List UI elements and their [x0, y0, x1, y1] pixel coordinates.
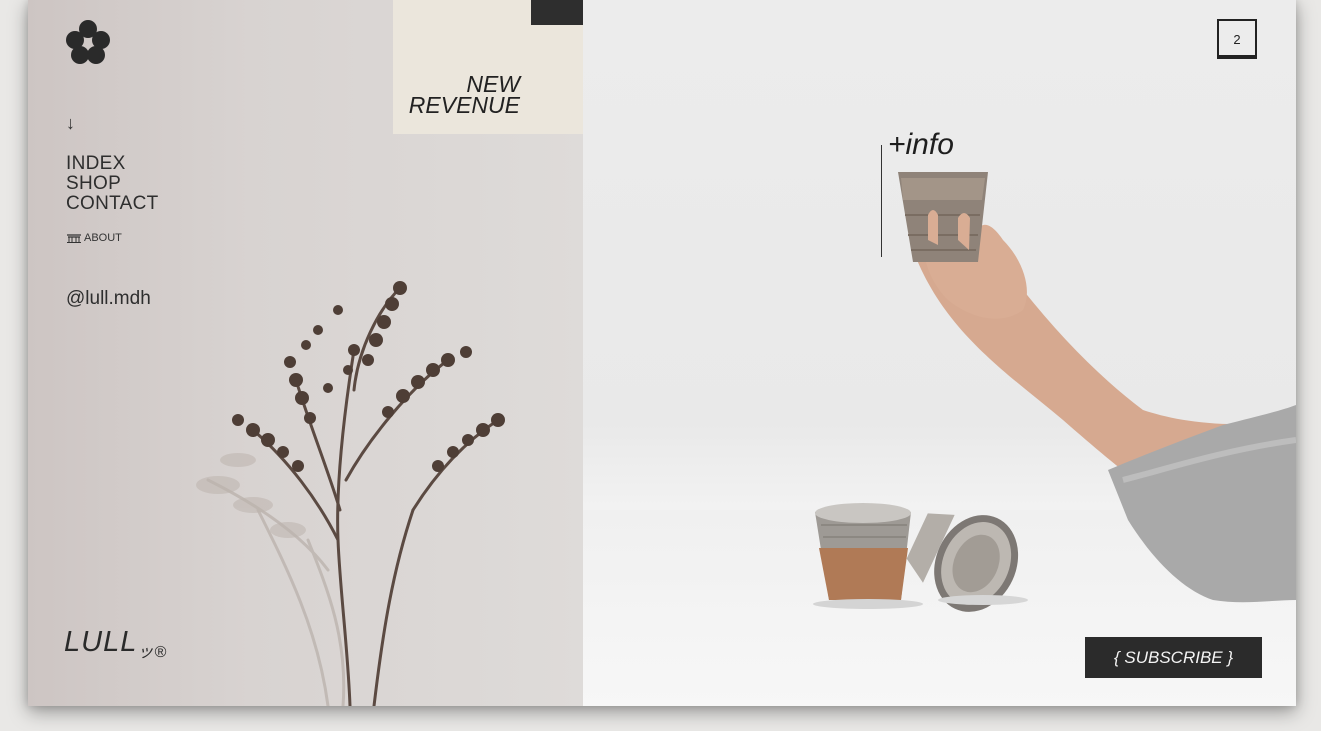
arrow-down-icon: ↓	[66, 113, 75, 133]
nav-shop-link[interactable]: SHOP	[66, 174, 159, 194]
page-frame: ↓ INDEX SHOP CONTACT ABOUT @lull.mdh LUL…	[28, 0, 1296, 706]
revenue-dark-tab	[531, 0, 583, 25]
flower-icon[interactable]	[64, 18, 112, 66]
new-revenue-title: NEW REVENUE	[393, 73, 520, 118]
right-panel: 2 +info { SUBSCRIBE }	[583, 0, 1296, 706]
info-pointer-line	[881, 145, 882, 257]
revenue-line-2: REVENUE	[408, 92, 520, 118]
nav-contact-link[interactable]: CONTACT	[66, 194, 159, 214]
main-nav: INDEX SHOP CONTACT	[66, 154, 159, 214]
page-number-badge: 2	[1217, 19, 1257, 59]
dried-flower-image	[196, 281, 505, 706]
brand-wordmark: LULLッ®	[64, 626, 167, 662]
brand-name: LULL	[64, 626, 138, 658]
left-panel: ↓ INDEX SHOP CONTACT ABOUT @lull.mdh LUL…	[28, 0, 583, 706]
about-label: ABOUT	[84, 232, 122, 244]
nav-about-link[interactable]: ABOUT	[66, 232, 122, 244]
temple-icon	[67, 234, 81, 243]
brand-suffix: ッ®	[137, 644, 168, 661]
subscribe-button[interactable]: { SUBSCRIBE }	[1085, 637, 1262, 678]
social-handle[interactable]: @lull.mdh	[66, 288, 151, 310]
page-number: 2	[1233, 31, 1241, 47]
nav-index-link[interactable]: INDEX	[66, 154, 159, 174]
ceramic-cups-photo	[813, 172, 1296, 612]
more-info-link[interactable]: +info	[888, 128, 954, 162]
